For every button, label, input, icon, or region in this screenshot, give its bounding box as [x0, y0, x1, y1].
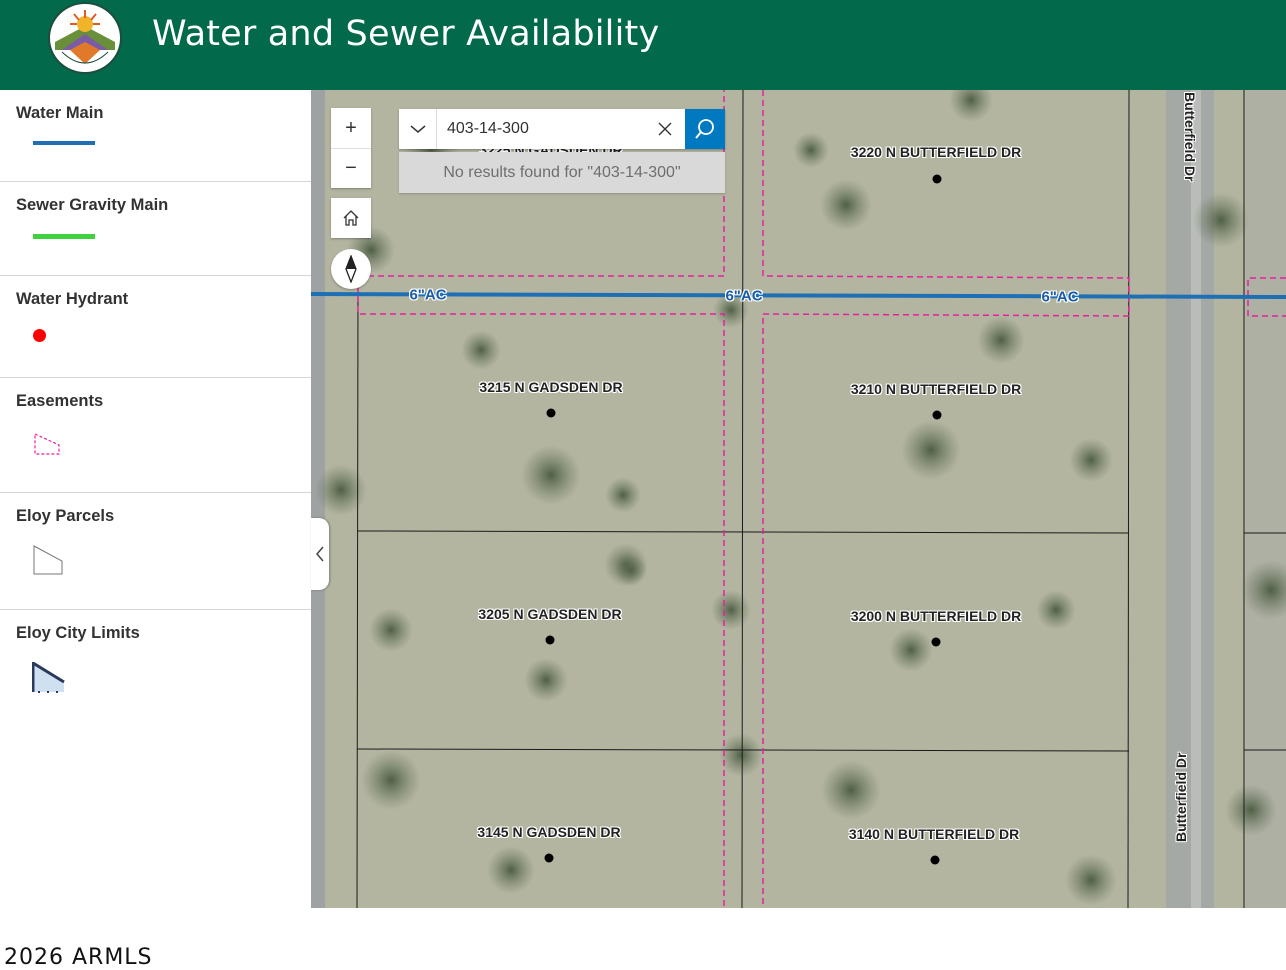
water-main-label: 6"AC	[409, 286, 447, 304]
sewer-main-swatch	[33, 234, 95, 239]
legend-label: Water Main	[16, 104, 104, 122]
legend-label: Water Hydrant	[16, 290, 129, 308]
app-header: Water and Sewer Availability	[0, 0, 1286, 90]
street-label: Butterfield Dr	[1182, 92, 1198, 182]
legend-label: Eloy City Limits	[16, 624, 140, 642]
chevron-down-icon	[410, 125, 425, 133]
legend-panel: Water Main Sewer Gravity Main Water Hydr…	[0, 90, 311, 970]
address-point[interactable]	[546, 408, 556, 418]
compass-button[interactable]	[331, 249, 371, 289]
legend-item-water-hydrant: Water Hydrant	[0, 276, 311, 378]
address-point[interactable]	[545, 635, 555, 645]
chevron-left-icon	[316, 546, 324, 562]
app-title: Water and Sewer Availability	[152, 14, 660, 54]
address-label: 3205 N GADSDEN DR	[478, 606, 622, 622]
hydrant-swatch	[33, 329, 46, 342]
home-button[interactable]	[331, 198, 371, 238]
address-label: 3200 N BUTTERFIELD DR	[850, 608, 1022, 624]
water-main-label: 6"AC	[725, 287, 763, 305]
street-label: Butterfield Dr	[1173, 752, 1189, 842]
map-basemap[interactable]	[311, 90, 1286, 908]
collapse-panel-button[interactable]	[311, 518, 329, 590]
water-main-label: 6"AC	[1041, 288, 1079, 306]
parcel-swatch	[33, 545, 63, 575]
zoom-in-button[interactable]: +	[331, 108, 371, 148]
legend-item-sewer-gravity-main: Sewer Gravity Main	[0, 182, 311, 276]
zoom-out-button[interactable]: −	[331, 148, 371, 188]
address-point[interactable]	[544, 853, 554, 863]
easement-swatch	[34, 433, 60, 455]
legend-item-easements: Easements	[0, 378, 311, 493]
address-point[interactable]	[932, 410, 942, 420]
city-limits-swatch	[32, 662, 65, 693]
address-label: 3210 N BUTTERFIELD DR	[850, 381, 1022, 397]
home-icon	[343, 210, 359, 226]
search-source-dropdown[interactable]	[399, 109, 437, 149]
legend-item-eloy-city-limits: Eloy City Limits	[0, 610, 311, 730]
legend-label: Sewer Gravity Main	[16, 196, 169, 214]
city-logo	[48, 2, 122, 74]
map-view[interactable]: 6"AC 6"AC 6"AC Butterfield Dr Butterfiel…	[311, 90, 1286, 908]
address-label: 3140 N BUTTERFIELD DR	[848, 826, 1020, 842]
address-point[interactable]	[930, 855, 940, 865]
search-icon	[695, 119, 714, 139]
address-point[interactable]	[932, 174, 942, 184]
close-icon	[658, 122, 672, 136]
address-label: 3215 N GADSDEN DR	[479, 379, 623, 395]
address-label: 3145 N GADSDEN DR	[477, 824, 621, 840]
zoom-controls: + −	[331, 108, 371, 188]
legend-label: Easements	[16, 392, 104, 410]
water-main-swatch	[33, 141, 95, 145]
search-button[interactable]	[685, 109, 725, 149]
search-widget	[399, 109, 725, 149]
legend-label: Eloy Parcels	[16, 507, 115, 525]
clear-search-button[interactable]	[645, 109, 685, 149]
address-point[interactable]	[931, 637, 941, 647]
legend-item-water-main: Water Main	[0, 90, 311, 182]
search-input[interactable]	[437, 109, 645, 149]
search-no-results-message: No results found for "403-14-300"	[399, 152, 725, 193]
compass-icon	[345, 255, 357, 283]
address-label: 3220 N BUTTERFIELD DR	[850, 144, 1022, 160]
attribution-text: 2026 ARMLS	[4, 945, 153, 970]
legend-item-eloy-parcels: Eloy Parcels	[0, 493, 311, 610]
